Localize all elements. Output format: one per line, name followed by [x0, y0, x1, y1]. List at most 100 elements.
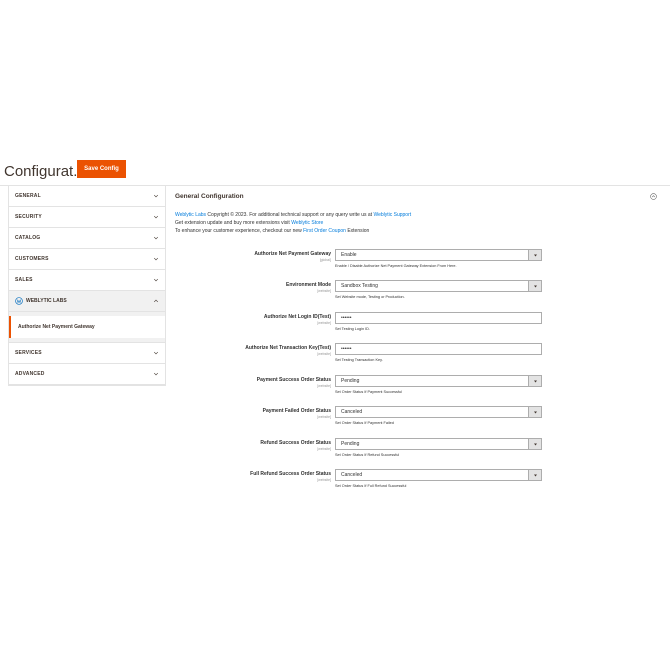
select-value: Canceled — [341, 472, 363, 478]
chevron-down-icon — [153, 278, 159, 282]
field-scope: [website] — [317, 352, 331, 356]
field-note: Set Order Status If Full Refund Successf… — [335, 484, 407, 488]
intro-text-span: Get extension update and buy more extens… — [175, 220, 292, 226]
field-note: Set Order Status If Refund Successful — [335, 453, 400, 457]
intro-line-1: Weblytic Labs Copyright © 2023. For addi… — [175, 211, 411, 219]
config-sidebar: GENERAL SECURITY CATALOG CUSTOMERS SALES… — [8, 186, 166, 386]
intro-line-3: To enhance your customer experience, che… — [175, 227, 411, 235]
sidebar-item-authorize-net[interactable]: Authorize Net Payment Gateway — [9, 316, 165, 338]
intro-text: Weblytic Labs Copyright © 2023. For addi… — [175, 211, 411, 235]
field-scope: [website] — [317, 321, 331, 325]
sidebar-item-label: ADVANCED — [15, 371, 45, 377]
sidebar-item-advanced[interactable]: ADVANCED — [9, 364, 165, 385]
select-arrow[interactable] — [528, 470, 541, 480]
section-title[interactable]: General Configuration — [175, 193, 244, 200]
select-value: Enable — [341, 252, 357, 258]
select-arrow[interactable] — [528, 281, 541, 291]
intro-text-span: To enhance your customer experience, che… — [175, 228, 304, 234]
triangle-down-icon — [533, 285, 537, 287]
field-row-full-refund-success-status: Full Refund Success Order Status [websit… — [175, 469, 665, 495]
sidebar-item-general[interactable]: GENERAL — [9, 186, 165, 207]
field-row-environment-mode: Environment Mode [website] Sandbox Testi… — [175, 280, 665, 306]
field-scope: [website] — [317, 478, 331, 482]
select-value: Pending — [341, 441, 360, 447]
intro-text-span: Extension — [345, 228, 370, 234]
payment-gateway-select[interactable]: Enable — [335, 249, 542, 261]
sidebar-item-sales[interactable]: SALES — [9, 270, 165, 291]
field-scope: [website] — [317, 289, 331, 293]
field-row-login-id: Authorize Net Login ID(Test) [website] •… — [175, 312, 665, 338]
sidebar-item-label: CATALOG — [15, 235, 41, 241]
payment-failed-status-select[interactable]: Canceled — [335, 406, 542, 418]
field-note: Set Testing Login ID. — [335, 327, 370, 331]
sidebar-item-catalog[interactable]: CATALOG — [9, 228, 165, 249]
weblytic-store-link[interactable]: Weblytic Store — [291, 220, 323, 226]
triangle-down-icon — [533, 443, 537, 445]
sidebar-item-services[interactable]: SERVICES — [9, 343, 165, 364]
field-scope: [global] — [319, 258, 331, 262]
collapse-icon[interactable] — [650, 193, 657, 200]
password-value: •••••• — [341, 315, 352, 321]
select-arrow[interactable] — [528, 407, 541, 417]
field-scope: [website] — [317, 447, 331, 451]
chevron-down-icon — [153, 257, 159, 261]
field-row-payment-success-status: Payment Success Order Status [website] P… — [175, 375, 665, 401]
sidebar-item-label: CUSTOMERS — [15, 256, 49, 262]
field-label: Full Refund Success Order Status — [250, 471, 331, 477]
weblytic-logo-icon — [15, 297, 23, 305]
field-note: Set Testing Transaction Key. — [335, 358, 383, 362]
triangle-down-icon — [533, 254, 537, 256]
sidebar-group-header: WEBLYTIC LABS — [15, 297, 67, 305]
select-value: Pending — [341, 378, 360, 384]
field-label: Refund Success Order Status — [260, 440, 331, 446]
sidebar-submenu: Authorize Net Payment Gateway — [9, 312, 165, 343]
sidebar-item-label: SECURITY — [15, 214, 42, 220]
sidebar-item-label: GENERAL — [15, 193, 41, 199]
payment-success-status-select[interactable]: Pending — [335, 375, 542, 387]
field-row-transaction-key: Authorize Net Transaction Key(Test) [web… — [175, 343, 665, 369]
field-scope: [website] — [317, 384, 331, 388]
sidebar-item-customers[interactable]: CUSTOMERS — [9, 249, 165, 270]
select-arrow[interactable] — [528, 439, 541, 449]
page-header: Configurat... Save Config — [0, 155, 670, 186]
intro-line-2: Get extension update and buy more extens… — [175, 219, 411, 227]
weblytic-labs-link[interactable]: Weblytic Labs — [175, 212, 206, 218]
chevron-down-icon — [153, 215, 159, 219]
weblytic-support-link[interactable]: Weblytic Support — [373, 212, 411, 218]
select-arrow[interactable] — [528, 376, 541, 386]
sidebar-item-weblytic-labs[interactable]: WEBLYTIC LABS — [9, 291, 165, 312]
chevron-up-icon — [153, 299, 159, 303]
sidebar-item-label: SERVICES — [15, 350, 42, 356]
field-note: Set Order Status If Payment Successful — [335, 390, 402, 394]
field-label: Authorize Net Payment Gateway — [254, 251, 331, 257]
password-value: •••••• — [341, 346, 352, 352]
field-scope: [website] — [317, 415, 331, 419]
field-note: Enable / Disable Authorize Net Payment G… — [335, 264, 457, 268]
page-title: Configurat... — [4, 163, 86, 180]
select-value: Sandbox Testing — [341, 283, 378, 289]
triangle-down-icon — [533, 380, 537, 382]
intro-text-span: Copyright © 2023. For additional technic… — [206, 212, 374, 218]
full-refund-success-status-select[interactable]: Canceled — [335, 469, 542, 481]
field-row-refund-success-status: Refund Success Order Status [website] Pe… — [175, 438, 665, 464]
chevron-down-icon — [153, 372, 159, 376]
sidebar-item-label: WEBLYTIC LABS — [26, 298, 67, 304]
chevron-down-icon — [153, 351, 159, 355]
refund-success-status-select[interactable]: Pending — [335, 438, 542, 450]
sidebar-item-label: SALES — [15, 277, 33, 283]
login-id-input[interactable]: •••••• — [335, 312, 542, 324]
field-label: Authorize Net Login ID(Test) — [263, 314, 331, 320]
field-row-payment-failed-status: Payment Failed Order Status [website] Ca… — [175, 406, 665, 432]
triangle-down-icon — [533, 474, 537, 476]
field-label: Payment Success Order Status — [256, 377, 331, 383]
field-label: Environment Mode — [285, 282, 331, 288]
save-config-button[interactable]: Save Config — [77, 160, 126, 178]
environment-mode-select[interactable]: Sandbox Testing — [335, 280, 542, 292]
first-order-coupon-link[interactable]: First Order Coupon — [303, 228, 346, 234]
field-note: Set Website mode, Testing or Production. — [335, 295, 405, 299]
field-label: Authorize Net Transaction Key(Test) — [245, 345, 331, 351]
field-note: Set Order Status If Payment Failed — [335, 421, 394, 425]
sidebar-item-security[interactable]: SECURITY — [9, 207, 165, 228]
select-arrow[interactable] — [528, 250, 541, 260]
transaction-key-input[interactable]: •••••• — [335, 343, 542, 355]
